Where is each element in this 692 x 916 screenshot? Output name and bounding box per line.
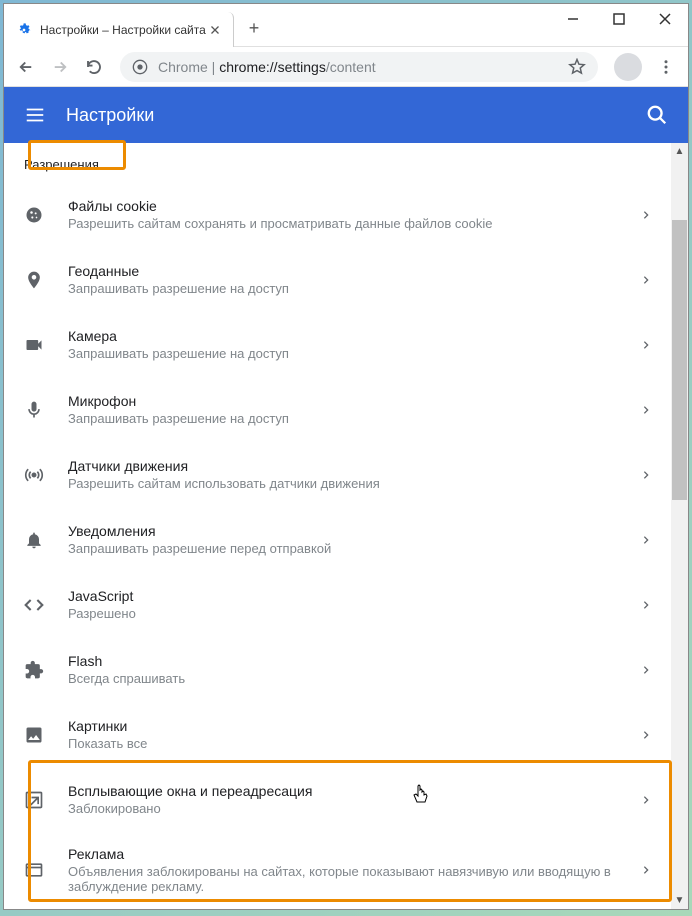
setting-title: Датчики движения: [68, 458, 641, 474]
ads-icon: [24, 860, 44, 880]
mic-icon: [24, 400, 44, 420]
scroll-up-icon[interactable]: ▲: [671, 143, 688, 160]
setting-subtitle: Всегда спрашивать: [68, 671, 641, 686]
back-button[interactable]: [12, 53, 40, 81]
sensors-icon: [24, 465, 44, 485]
chevron-right-icon: [641, 405, 651, 415]
browser-tab[interactable]: Настройки – Настройки сайта: [4, 12, 234, 47]
setting-row-code[interactable]: JavaScript Разрешено: [4, 572, 671, 637]
setting-row-extension[interactable]: Flash Всегда спрашивать: [4, 637, 671, 702]
setting-row-cookie[interactable]: Файлы cookie Разрешить сайтам сохранять и…: [4, 182, 671, 247]
titlebar: Настройки – Настройки сайта +: [4, 4, 688, 47]
setting-text: Геоданные Запрашивать разрешение на досту…: [68, 263, 641, 296]
setting-title: Flash: [68, 653, 641, 669]
tab-title: Настройки – Настройки сайта: [40, 23, 207, 37]
address-bar[interactable]: Chrome | chrome://settings/content: [120, 52, 598, 82]
setting-title: Реклама: [68, 846, 641, 862]
scroll-down-icon[interactable]: ▼: [671, 892, 688, 909]
chevron-right-icon: [641, 210, 651, 220]
setting-subtitle: Объявления заблокированы на сайтах, кото…: [68, 864, 641, 894]
setting-text: Датчики движения Разрешить сайтам использ…: [68, 458, 641, 491]
popup-icon: [24, 790, 44, 810]
setting-subtitle: Заблокировано: [68, 801, 641, 816]
bell-icon: [24, 530, 44, 550]
setting-subtitle: Разрешить сайтам использовать датчики дв…: [68, 476, 641, 491]
setting-text: Картинки Показать все: [68, 718, 641, 751]
chevron-right-icon: [641, 275, 651, 285]
setting-row-ads[interactable]: Реклама Объявления заблокированы на сайта…: [4, 832, 671, 908]
close-window-button[interactable]: [642, 4, 688, 34]
browser-window: Настройки – Настройки сайта + Chrome | c…: [3, 3, 689, 910]
settings-header: Настройки: [4, 87, 688, 143]
setting-row-mic[interactable]: Микрофон Запрашивать разрешение на доступ: [4, 377, 671, 442]
hamburger-menu-icon[interactable]: [24, 104, 46, 126]
setting-row-location[interactable]: Геоданные Запрашивать разрешение на досту…: [4, 247, 671, 312]
bookmark-star-icon[interactable]: [568, 58, 586, 76]
chevron-right-icon: [641, 535, 651, 545]
settings-gear-icon: [16, 22, 32, 38]
setting-row-sensors[interactable]: Датчики движения Разрешить сайтам использ…: [4, 442, 671, 507]
setting-title: Картинки: [68, 718, 641, 734]
setting-subtitle: Разрешено: [68, 606, 641, 621]
page-title: Настройки: [66, 105, 646, 126]
setting-text: Микрофон Запрашивать разрешение на доступ: [68, 393, 641, 426]
setting-text: Уведомления Запрашивать разрешение перед …: [68, 523, 641, 556]
browser-toolbar: Chrome | chrome://settings/content: [4, 47, 688, 87]
maximize-button[interactable]: [596, 4, 642, 34]
setting-title: Камера: [68, 328, 641, 344]
address-text: Chrome | chrome://settings/content: [158, 59, 376, 75]
setting-title: Всплывающие окна и переадресация: [68, 783, 641, 799]
code-icon: [24, 595, 44, 615]
setting-title: Геоданные: [68, 263, 641, 279]
setting-subtitle: Запрашивать разрешение на доступ: [68, 281, 641, 296]
setting-row-camera[interactable]: Камера Запрашивать разрешение на доступ: [4, 312, 671, 377]
search-icon[interactable]: [646, 104, 668, 126]
reload-button[interactable]: [80, 53, 108, 81]
chrome-icon: [132, 59, 148, 75]
camera-icon: [24, 335, 44, 355]
setting-row-popup[interactable]: Всплывающие окна и переадресация Заблокир…: [4, 767, 671, 832]
section-permissions-header: Разрешения: [4, 143, 671, 182]
setting-text: Всплывающие окна и переадресация Заблокир…: [68, 783, 641, 816]
setting-text: Реклама Объявления заблокированы на сайта…: [68, 846, 641, 894]
setting-text: JavaScript Разрешено: [68, 588, 641, 621]
setting-subtitle: Запрашивать разрешение перед отправкой: [68, 541, 641, 556]
setting-title: Файлы cookie: [68, 198, 641, 214]
chevron-right-icon: [641, 795, 651, 805]
tab-close-icon[interactable]: [207, 22, 223, 38]
setting-title: JavaScript: [68, 588, 641, 604]
image-icon: [24, 725, 44, 745]
cookie-icon: [24, 205, 44, 225]
extension-icon: [24, 660, 44, 680]
setting-row-bell[interactable]: Уведомления Запрашивать разрешение перед …: [4, 507, 671, 572]
setting-text: Flash Всегда спрашивать: [68, 653, 641, 686]
minimize-button[interactable]: [550, 4, 596, 34]
scroll-track[interactable]: [671, 160, 688, 892]
forward-button[interactable]: [46, 53, 74, 81]
chevron-right-icon: [641, 730, 651, 740]
chevron-right-icon: [641, 865, 651, 875]
kebab-menu-icon[interactable]: [652, 53, 680, 81]
chevron-right-icon: [641, 340, 651, 350]
setting-subtitle: Запрашивать разрешение на доступ: [68, 411, 641, 426]
chevron-right-icon: [641, 665, 651, 675]
settings-content: Разрешения Файлы cookie Разрешить сайтам …: [4, 143, 671, 909]
setting-text: Камера Запрашивать разрешение на доступ: [68, 328, 641, 361]
setting-subtitle: Запрашивать разрешение на доступ: [68, 346, 641, 361]
scrollbar[interactable]: ▲ ▼: [671, 143, 688, 909]
setting-subtitle: Разрешить сайтам сохранять и просматрива…: [68, 216, 641, 231]
scroll-thumb[interactable]: [672, 220, 687, 500]
chevron-right-icon: [641, 600, 651, 610]
setting-subtitle: Показать все: [68, 736, 641, 751]
window-controls: [550, 4, 688, 34]
location-icon: [24, 270, 44, 290]
setting-title: Уведомления: [68, 523, 641, 539]
setting-row-image[interactable]: Картинки Показать все: [4, 702, 671, 767]
setting-text: Файлы cookie Разрешить сайтам сохранять и…: [68, 198, 641, 231]
chevron-right-icon: [641, 470, 651, 480]
new-tab-button[interactable]: +: [240, 14, 268, 42]
setting-title: Микрофон: [68, 393, 641, 409]
profile-avatar[interactable]: [614, 53, 642, 81]
